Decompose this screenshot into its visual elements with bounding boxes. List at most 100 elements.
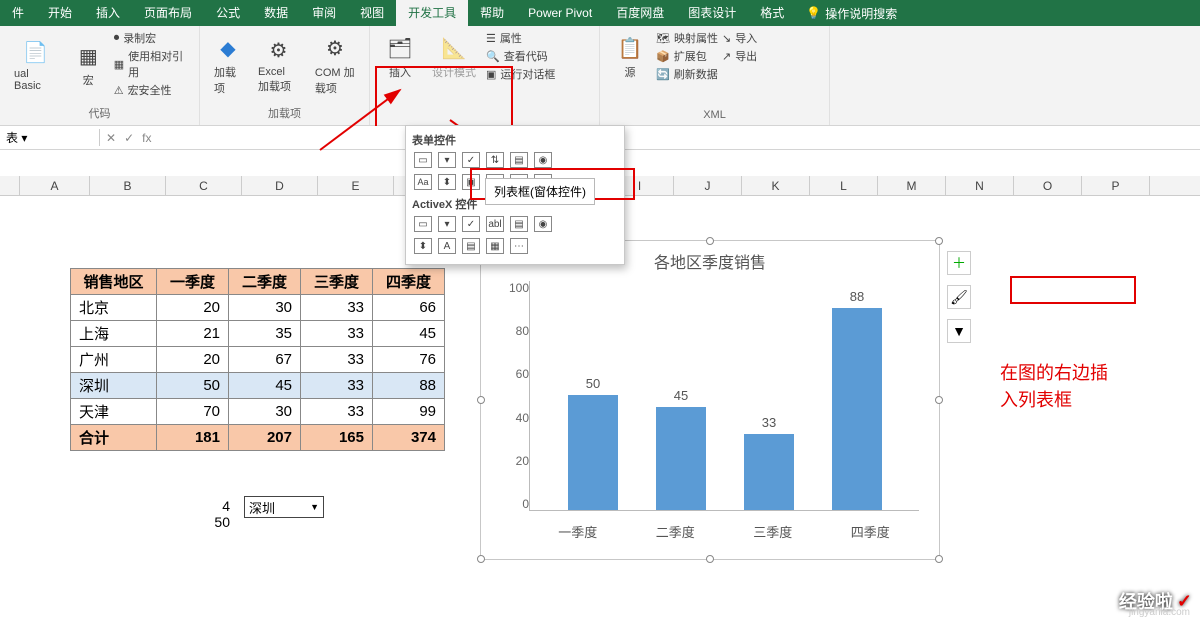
- col-header[interactable]: K: [742, 176, 810, 195]
- tab-file[interactable]: 件: [0, 0, 36, 26]
- resize-handle[interactable]: [706, 237, 714, 245]
- resize-handle[interactable]: [935, 396, 943, 404]
- col-header[interactable]: L: [810, 176, 878, 195]
- activex-combo[interactable]: ▾: [438, 216, 456, 232]
- activex-spin[interactable]: A: [438, 238, 456, 254]
- menu-tabs: 件 开始 插入 页面布局 公式 数据 审阅 视图 开发工具 帮助 Power P…: [0, 0, 1200, 26]
- form-label-control[interactable]: Aa: [414, 174, 432, 190]
- form-combo-control[interactable]: ▾: [438, 152, 456, 168]
- refresh-data-button[interactable]: 🔄 刷新数据: [656, 66, 718, 82]
- table-row[interactable]: 北京20303366: [71, 295, 445, 321]
- activex-scroll[interactable]: ▤: [462, 238, 480, 254]
- tab-help[interactable]: 帮助: [468, 0, 516, 26]
- col-header[interactable]: C: [166, 176, 242, 195]
- tab-view[interactable]: 视图: [348, 0, 396, 26]
- chart-add-element-button[interactable]: ＋: [947, 251, 971, 275]
- xml-source-button[interactable]: 📋源: [608, 30, 652, 82]
- activex-checkbox[interactable]: ✓: [462, 216, 480, 232]
- addins-button[interactable]: ◆加载项: [208, 30, 248, 98]
- activex-option[interactable]: ◉: [534, 216, 552, 232]
- tell-me-search[interactable]: 💡 操作说明搜索: [796, 5, 907, 22]
- form-optionbutton-control[interactable]: ◉: [534, 152, 552, 168]
- resize-handle[interactable]: [477, 555, 485, 563]
- form-button-control[interactable]: ▭: [414, 152, 432, 168]
- fx-icon[interactable]: fx: [142, 131, 151, 145]
- name-box[interactable]: 表 ▾: [0, 129, 100, 146]
- tab-home[interactable]: 开始: [36, 0, 84, 26]
- col-header[interactable]: J: [674, 176, 742, 195]
- design-mode-icon: 📐: [438, 32, 470, 64]
- view-code-button[interactable]: 🔍 查看代码: [486, 48, 555, 64]
- excel-addins-button[interactable]: ⚙Excel 加载项: [252, 30, 305, 98]
- confirm-icon[interactable]: ✓: [124, 131, 134, 145]
- search-hint-text: 操作说明搜索: [825, 5, 897, 22]
- com-addins-button[interactable]: ⚙COM 加载项: [309, 30, 361, 98]
- col-header[interactable]: E: [318, 176, 394, 195]
- col-header[interactable]: O: [1014, 176, 1082, 195]
- relative-ref-button[interactable]: ▦ 使用相对引用: [114, 48, 191, 80]
- tab-formula[interactable]: 公式: [204, 0, 252, 26]
- plot-area[interactable]: 50453388: [529, 281, 919, 511]
- table-row[interactable]: 广州20673376: [71, 347, 445, 373]
- col-header[interactable]: A: [20, 176, 90, 195]
- chart-bar[interactable]: [744, 434, 794, 510]
- tab-chartdesign[interactable]: 图表设计: [676, 0, 748, 26]
- form-listbox-control[interactable]: ▤: [510, 152, 528, 168]
- activex-more[interactable]: ⋯: [510, 238, 528, 254]
- form-scrollbar-control[interactable]: ⬍: [438, 174, 456, 190]
- table-row[interactable]: 深圳50453388: [71, 373, 445, 399]
- excel-addin-icon: ⚙: [262, 34, 294, 66]
- tab-baidu[interactable]: 百度网盘: [604, 0, 676, 26]
- tab-format[interactable]: 格式: [748, 0, 796, 26]
- activex-image[interactable]: ▦: [486, 238, 504, 254]
- activex-textbox[interactable]: abl: [486, 216, 504, 232]
- expand-button[interactable]: 📦 扩展包: [656, 48, 718, 64]
- annotation-text: 在图的右边插 入列表框: [1000, 360, 1108, 414]
- macro-security-button[interactable]: ⚠ 宏安全性: [114, 82, 191, 98]
- tab-layout[interactable]: 页面布局: [132, 0, 204, 26]
- col-header[interactable]: D: [242, 176, 318, 195]
- col-header[interactable]: B: [90, 176, 166, 195]
- bar-value-label: 50: [568, 376, 618, 391]
- table-row[interactable]: 上海21353345: [71, 321, 445, 347]
- record-macro-button[interactable]: ⏺ 录制宏: [114, 30, 191, 46]
- form-spinner-control[interactable]: ⇅: [486, 152, 504, 168]
- cancel-icon[interactable]: ✕: [106, 131, 116, 145]
- tab-review[interactable]: 审阅: [300, 0, 348, 26]
- visual-basic-button[interactable]: 📄ual Basic: [8, 30, 63, 98]
- form-checkbox-control[interactable]: ✓: [462, 152, 480, 168]
- embedded-chart[interactable]: 各地区季度销售 100806040200 50453388 一季度二季度三季度四…: [480, 240, 940, 560]
- col-header[interactable]: M: [878, 176, 946, 195]
- activex-button[interactable]: ▭: [414, 216, 432, 232]
- dropdown-arrow-icon: ▼: [310, 502, 319, 512]
- col-header[interactable]: N: [946, 176, 1014, 195]
- resize-handle[interactable]: [935, 237, 943, 245]
- chart-bar[interactable]: [832, 308, 882, 510]
- map-properties-button[interactable]: 🗺 映射属性: [656, 30, 718, 46]
- tab-developer[interactable]: 开发工具: [396, 0, 468, 26]
- properties-button[interactable]: ☰ 属性: [486, 30, 555, 46]
- table-row[interactable]: 天津70303399: [71, 399, 445, 425]
- resize-handle[interactable]: [477, 396, 485, 404]
- chart-bar[interactable]: [656, 407, 706, 511]
- tab-powerpivot[interactable]: Power Pivot: [516, 0, 604, 26]
- xml-icon: 📋: [614, 32, 646, 64]
- resize-handle[interactable]: [935, 555, 943, 563]
- insert-control-icon: 🗂: [384, 32, 416, 64]
- lightbulb-icon: 💡: [806, 6, 821, 20]
- tab-insert[interactable]: 插入: [84, 0, 132, 26]
- import-button[interactable]: ↘ 导入: [722, 30, 757, 46]
- resize-handle[interactable]: [706, 555, 714, 563]
- ribbon: 📄ual Basic ▦宏 ⏺ 录制宏 ▦ 使用相对引用 ⚠ 宏安全性 代码 ◆…: [0, 26, 1200, 126]
- chart-styles-button[interactable]: 🖌: [947, 285, 971, 309]
- chart-bar[interactable]: [568, 395, 618, 510]
- macro-button[interactable]: ▦宏: [67, 30, 110, 98]
- chart-filter-button[interactable]: ▼: [947, 319, 971, 343]
- form-combobox[interactable]: 深圳 ▼: [244, 496, 324, 518]
- col-header[interactable]: P: [1082, 176, 1150, 195]
- addin-icon: ◆: [212, 32, 244, 64]
- tab-data[interactable]: 数据: [252, 0, 300, 26]
- activex-toggle[interactable]: ⬍: [414, 238, 432, 254]
- export-button[interactable]: ↗ 导出: [722, 48, 757, 64]
- activex-listbox[interactable]: ▤: [510, 216, 528, 232]
